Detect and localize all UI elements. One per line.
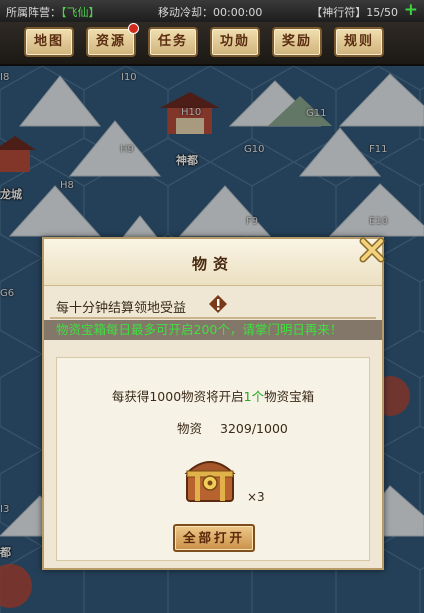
chest-rule-text: 每获得1000物资将开启1个物资宝箱 <box>57 386 369 405</box>
faction-indicator: 所属阵营：【飞仙】 <box>6 4 100 20</box>
tab-tasks[interactable]: 任务 <box>148 27 198 57</box>
tab-map[interactable]: 地图 <box>24 27 74 57</box>
supplies-dialog: 物资 每十分钟结算领地受益 物资宝箱每日最多可开启200个，请掌门明日再来！ 每… <box>42 236 386 570</box>
dialog-header: 物资 <box>44 239 382 286</box>
divider <box>50 317 376 319</box>
treasure-chest-icon[interactable] <box>181 453 239 505</box>
faction-value: 【飞仙】 <box>61 6 100 19</box>
tab-rewards[interactable]: 奖励 <box>272 27 322 57</box>
supply-value: 3209/1000 <box>220 421 288 436</box>
close-icon <box>359 237 385 263</box>
chest-panel: 每获得1000物资将开启1个物资宝箱 物资 3209/1000 ×3 全部打开 <box>56 357 370 561</box>
tab-merits[interactable]: 功勋 <box>210 27 260 57</box>
announcement-text: 物资宝箱每日最多可开启200个，请掌门明日再来！ <box>56 322 343 337</box>
dialog-title: 物资 <box>191 255 234 273</box>
move-cooldown: 移动冷却：00:00:00 <box>158 6 263 19</box>
chest-rule-prefix: 每获得1000物资将开启 <box>111 389 244 404</box>
top-status-bar: 所属阵营：【飞仙】 移动冷却：00:00:00 【神行符】15/50 + <box>0 0 424 22</box>
notification-dot <box>128 23 139 34</box>
chest-count: ×3 <box>247 490 265 504</box>
chest-rule-count: 1个 <box>243 389 265 404</box>
chest-rule-suffix: 物资宝箱 <box>264 389 315 404</box>
tab-bar: 地图 资源 任务 功勋 奖励 规则 <box>0 22 424 66</box>
tab-resources-label: 资源 <box>95 34 126 49</box>
settlement-info: 每十分钟结算领地受益 <box>56 301 187 316</box>
tab-resources[interactable]: 资源 <box>86 23 139 57</box>
tab-rules[interactable]: 规则 <box>334 27 384 57</box>
close-button[interactable] <box>358 236 386 264</box>
add-token-button[interactable]: + <box>404 0 418 20</box>
open-all-button[interactable]: 全部打开 <box>173 524 255 552</box>
warning-icon[interactable] <box>208 294 228 314</box>
travel-token-count: 【神行符】15/50 <box>311 6 398 19</box>
announcement-marquee: 物资宝箱每日最多可开启200个，请掌门明日再来！ <box>44 320 382 340</box>
supply-progress: 物资 3209/1000 <box>177 418 288 437</box>
supply-label: 物资 <box>177 421 203 436</box>
faction-label: 所属阵营： <box>6 6 61 19</box>
